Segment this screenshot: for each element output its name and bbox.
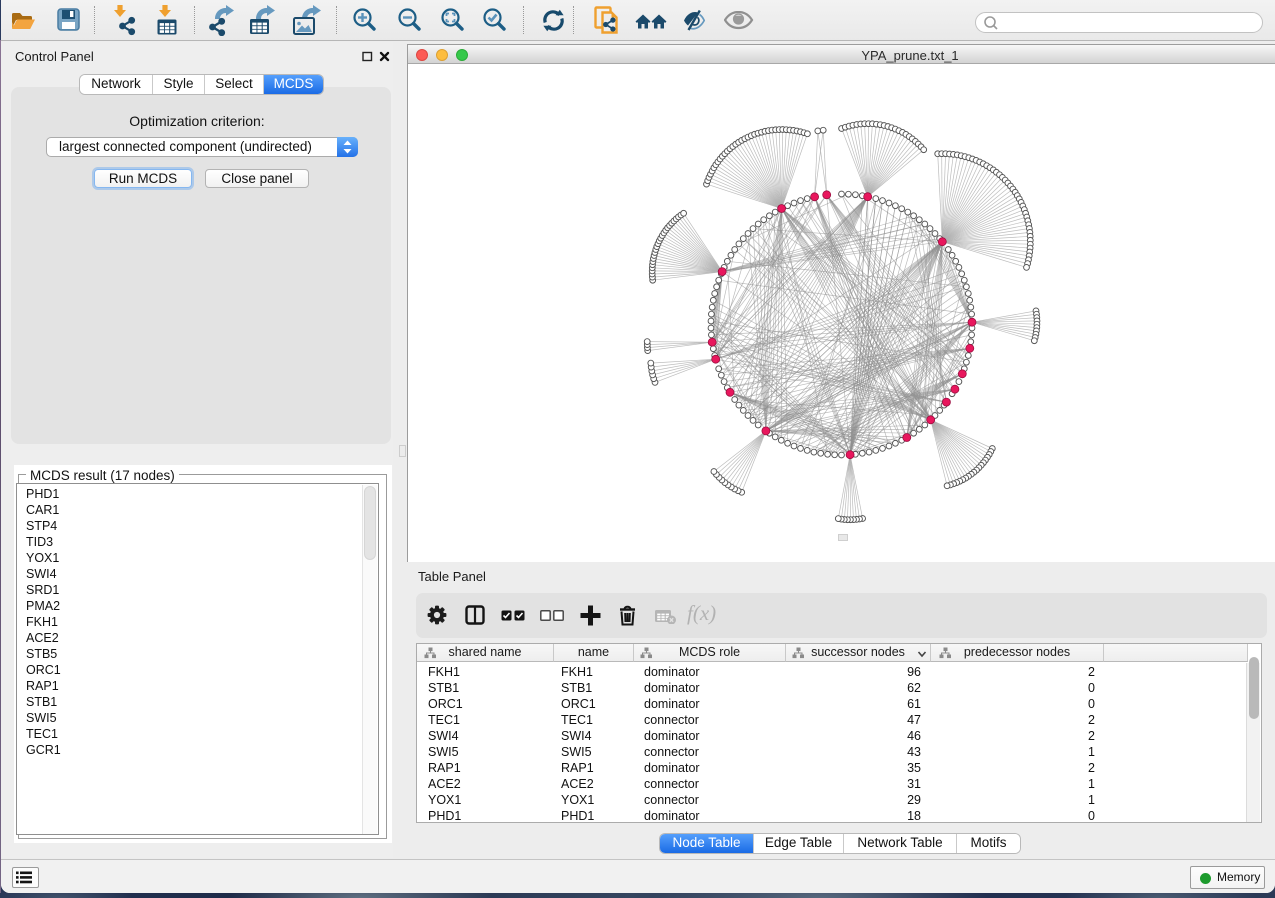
svg-text:f(x): f(x): [687, 603, 716, 625]
